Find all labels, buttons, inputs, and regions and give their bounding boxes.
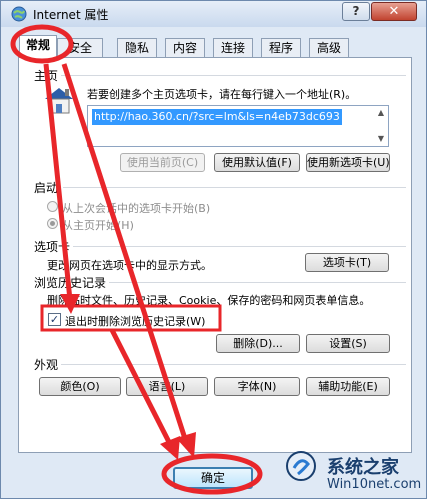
use-current-button[interactable]: 使用当前页(C): [120, 153, 205, 172]
history-settings-button[interactable]: 设置(S): [306, 334, 390, 353]
watermark-url: Win10net.com: [327, 477, 422, 492]
languages-button[interactable]: 语言(L): [126, 377, 208, 396]
tab-advanced[interactable]: 高级: [309, 38, 349, 57]
internet-globe-icon: [11, 6, 27, 22]
watermark-title: 系统之家: [327, 457, 399, 478]
startup-divider: [63, 187, 406, 188]
tab-general[interactable]: 常规: [19, 35, 57, 58]
delete-history-on-exit-label: 退出时删除浏览历史记录(W): [65, 315, 206, 328]
help-button[interactable]: ?: [342, 2, 370, 21]
tabs-divider: [73, 246, 406, 247]
radio-home-page-label: 从主页开始(H): [62, 219, 134, 232]
delete-history-button[interactable]: 删除(D)...: [216, 334, 300, 353]
tab-security[interactable]: 安全: [57, 38, 103, 57]
tab-content[interactable]: 内容: [165, 38, 205, 57]
tab-connections[interactable]: 连接: [213, 38, 253, 57]
home-hint-text: 若要创建多个主页选项卡，请在每行键入一个地址(R)。: [87, 88, 357, 101]
tab-programs[interactable]: 程序: [261, 38, 301, 57]
appearance-section-label: 外观: [34, 358, 59, 372]
use-new-tab-button[interactable]: 使用新选项卡(U): [306, 153, 390, 172]
scroll-down-icon[interactable]: ▼: [375, 133, 387, 145]
internet-properties-dialog: Internet 属性 ? ✕ 常规 安全 隐私 内容 连接 程序 高级 主页 …: [0, 0, 427, 499]
startup-section-label: 启动: [34, 181, 59, 195]
home-url-value: http://hao.360.cn/?src=lm&ls=n4eb73dc693: [92, 109, 342, 125]
history-divider: [109, 282, 406, 283]
home-section-label: 主页: [34, 69, 59, 83]
radio-home-page[interactable]: [47, 218, 58, 229]
tabs-section-label: 选项卡: [34, 240, 71, 254]
history-description: 删除临时文件、历史记录、Cookie、保存的密码和网页表单信息。: [47, 294, 371, 307]
history-section-label: 浏览历史记录: [34, 276, 107, 290]
tab-privacy[interactable]: 隐私: [117, 38, 157, 57]
radio-last-session[interactable]: [47, 201, 58, 212]
appearance-divider: [61, 364, 406, 365]
tabs-settings-button[interactable]: 选项卡(T): [305, 253, 389, 272]
ok-button[interactable]: 确定: [173, 467, 253, 489]
home-url-textarea[interactable]: http://hao.360.cn/?src=lm&ls=n4eb73dc693…: [87, 105, 389, 147]
colors-button[interactable]: 颜色(O): [39, 377, 121, 396]
fonts-button[interactable]: 字体(N): [214, 377, 300, 396]
window-title: Internet 属性: [33, 8, 109, 22]
radio-last-session-label: 从上次会话中的选项卡开始(B): [62, 202, 211, 215]
accessibility-button[interactable]: 辅助功能(E): [306, 377, 390, 396]
watermark-logo-icon: [286, 451, 316, 481]
home-divider: [61, 75, 406, 76]
delete-history-on-exit-checkbox[interactable]: ✓: [48, 313, 61, 326]
home-house-icon: [45, 88, 73, 114]
close-button[interactable]: ✕: [371, 2, 417, 21]
use-default-button[interactable]: 使用默认值(F): [214, 153, 300, 172]
title-bar: Internet 属性 ? ✕: [1, 1, 426, 27]
scroll-up-icon[interactable]: ▲: [375, 107, 387, 119]
tabs-description: 更改网页在选项卡中的显示方式。: [47, 259, 212, 272]
